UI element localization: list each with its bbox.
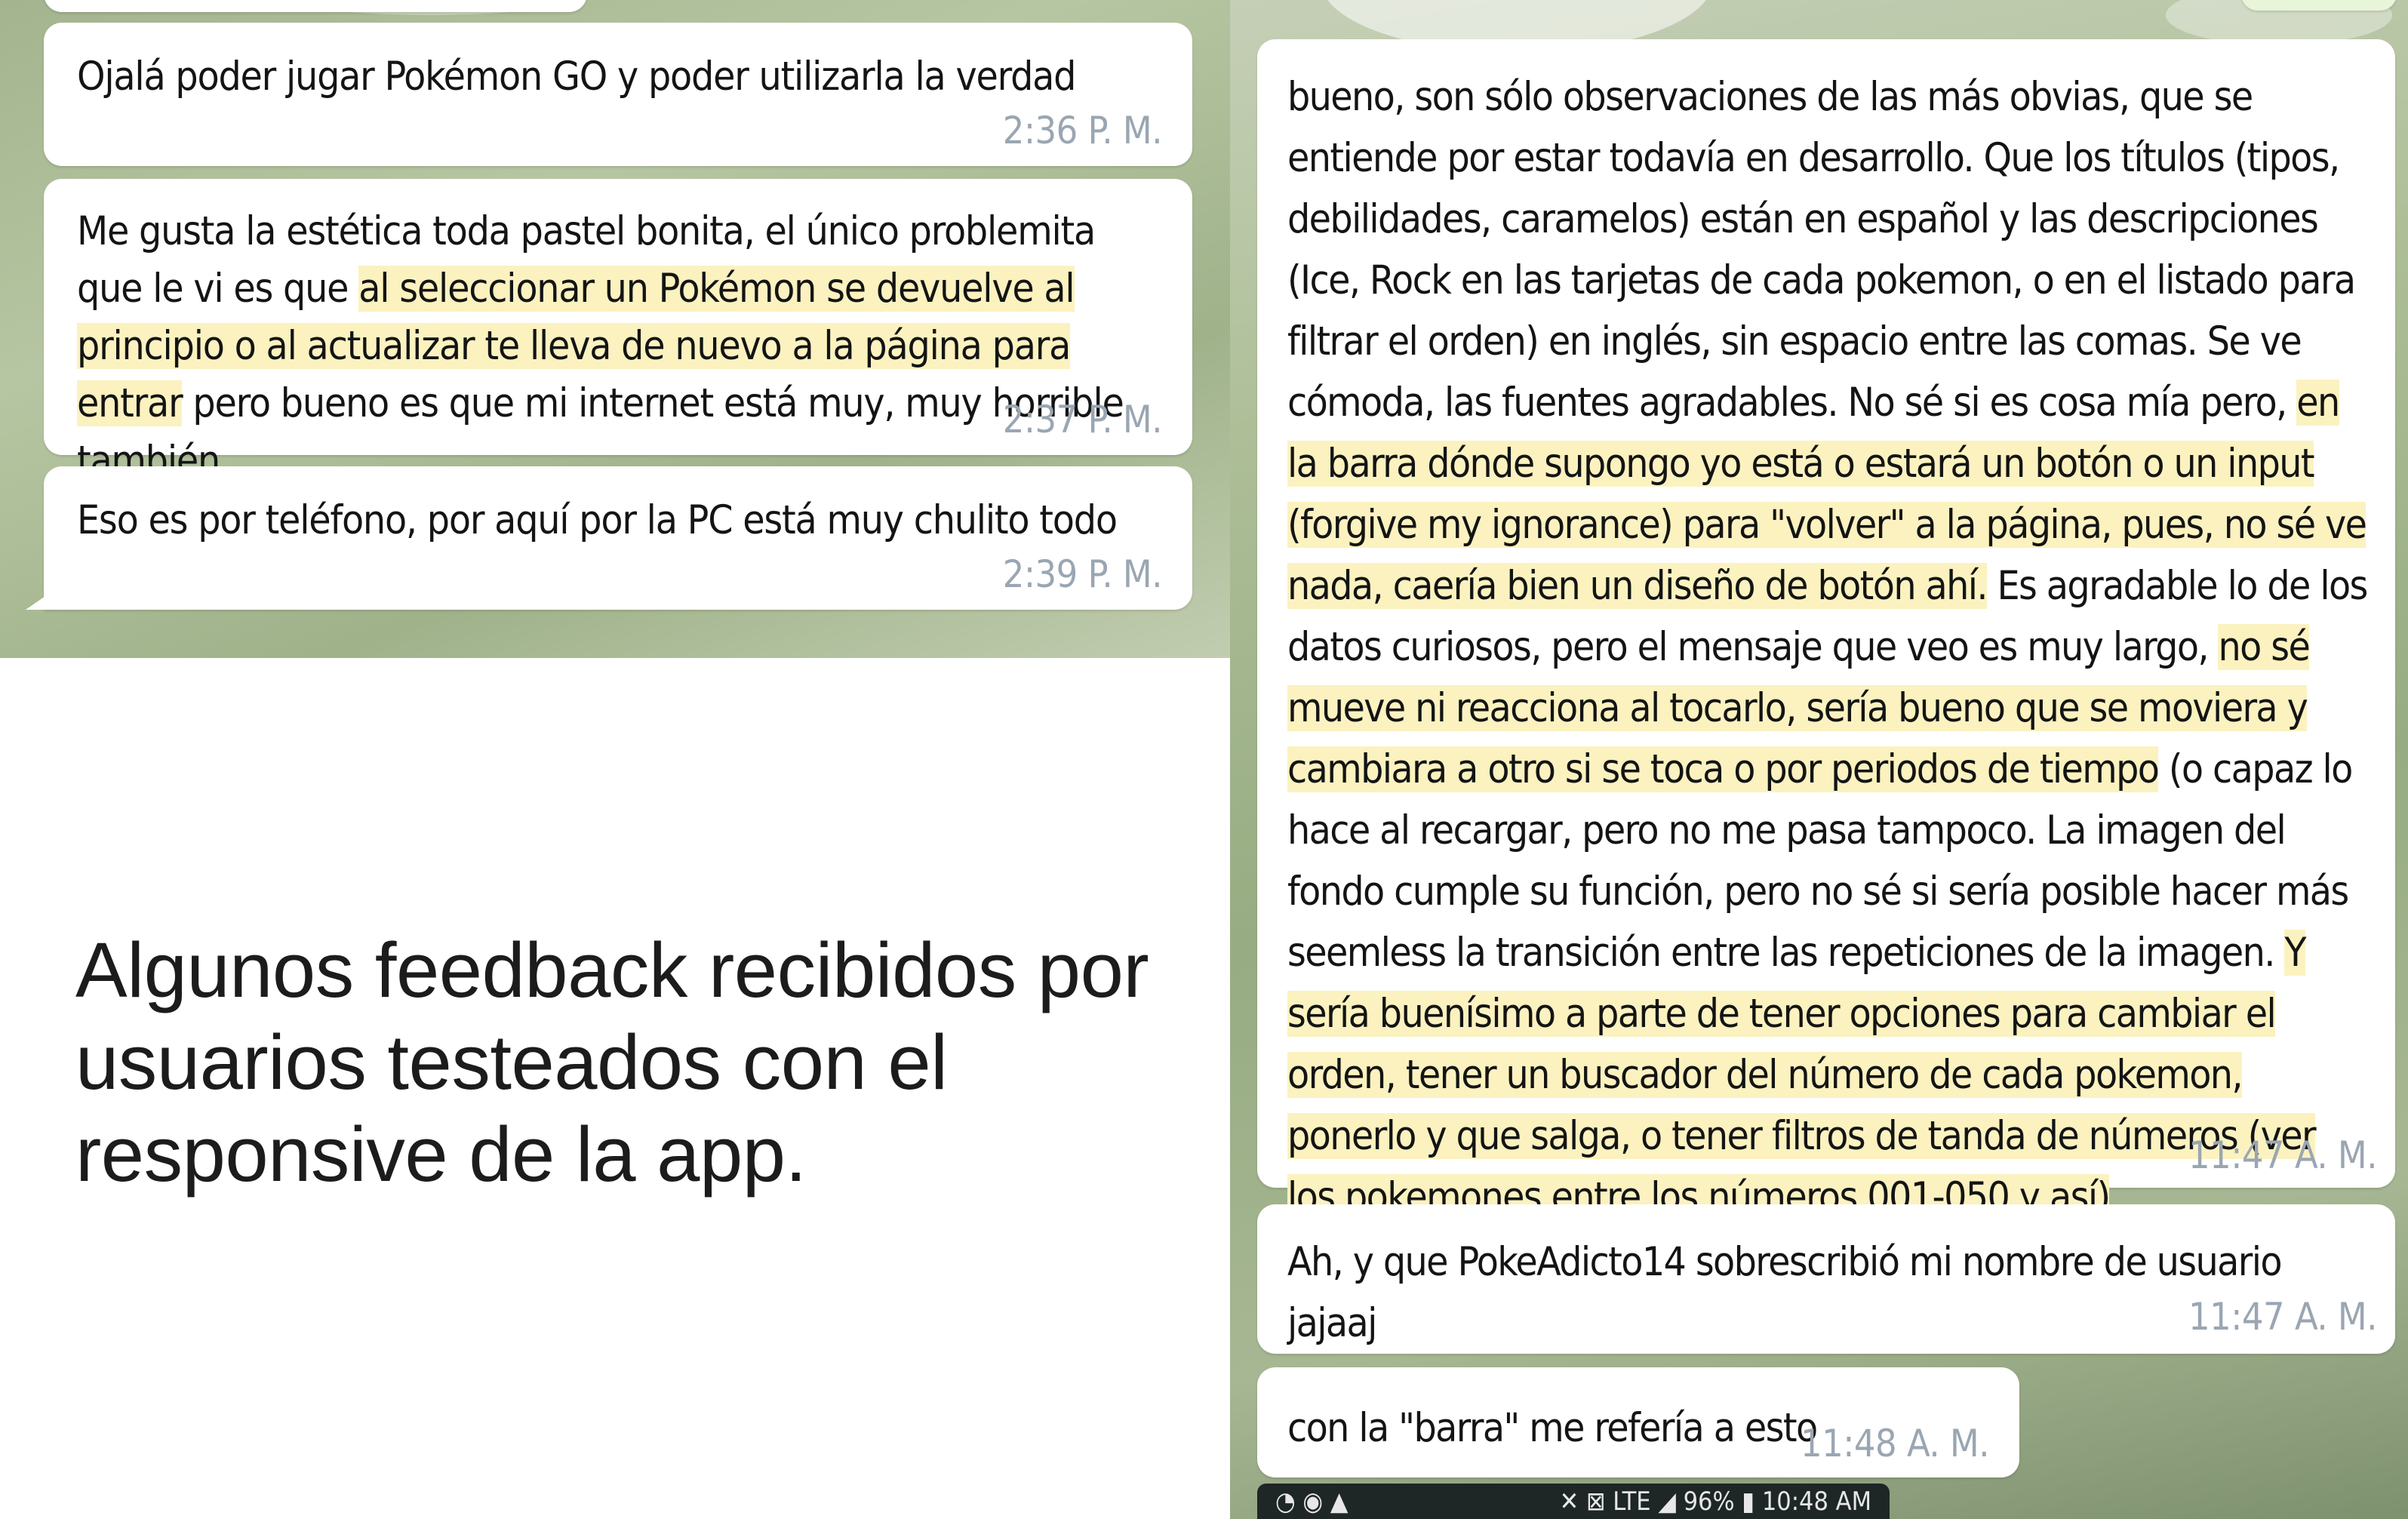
message-timestamp: 2:39 P. M. [1002,552,1163,596]
message-timestamp: 11:48 A. M. [1801,1422,1989,1465]
message-timestamp: 11:47 A. M. [2188,1133,2377,1177]
message-bubble[interactable]: Me gusta la estética toda pastel bonita,… [44,179,1192,484]
message-bubble[interactable]: Ah, y que PokeAdicto14 sobrescribió mi n… [1257,1204,2395,1354]
message-timestamp: 2:37 P. M. [1002,398,1163,441]
message-text: Ojalá poder jugar Pokémon GO y poder uti… [77,54,1076,100]
chat-screenshot-left: Ojalá poder jugar Pokémon GO y poder uti… [0,0,1230,658]
message-text: Eso es por teléfono, por aquí por la PC … [77,497,1118,543]
message-bubble[interactable]: Eso es por teléfono, por aquí por la PC … [44,466,1192,610]
message-bubble[interactable]: bueno, son sólo observaciones de las más… [1257,39,2395,1220]
message-timestamp: 2:36 P. M. [1002,109,1163,152]
message-text: Me gusta la estética toda pastel bonita,… [77,203,1159,490]
previous-message-bubble [2241,0,2397,11]
message-bubble[interactable]: Ojalá poder jugar Pokémon GO y poder uti… [44,23,1192,166]
message-timestamp: 11:47 A. M. [2188,1295,2377,1339]
message-text: bueno, son sólo observaciones de las más… [1287,66,2368,1228]
phone-status-bar: ◔ ◉ ▲ ✕ ⊠ LTE ◢ 96% ▮ 10:48 AM [1257,1484,1890,1519]
notification-icons: ◔ ◉ ▲ [1275,1487,1349,1517]
message-bubble[interactable]: con la "barra" me refería a esto 11:48 A… [1257,1367,2019,1477]
slide-caption: Algunos feedback recibidos por usuarios … [75,927,1149,1198]
chat-screenshot-right: bueno, son sólo observaciones de las más… [1230,0,2408,1519]
bubble-tail [26,596,45,610]
previous-message-bubble [44,0,587,12]
message-segment: bueno, son sólo observaciones de las más… [1287,74,2356,426]
status-indicators: ✕ ⊠ LTE ◢ 96% ▮ 10:48 AM [1559,1487,1871,1517]
